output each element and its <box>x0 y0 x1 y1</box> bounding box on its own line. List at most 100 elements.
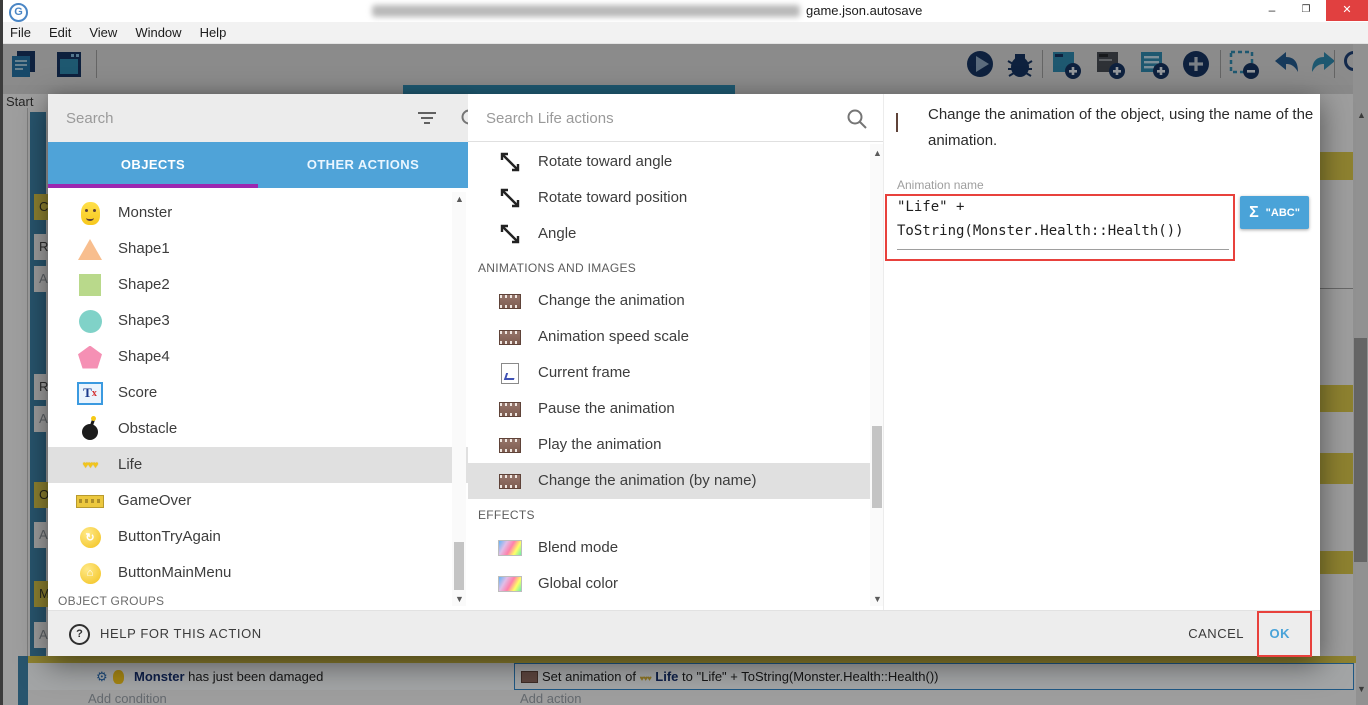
rotate-icon <box>500 152 520 172</box>
action-label: Change the animation (by name) <box>538 472 757 489</box>
object-item-shape3[interactable]: Shape3 <box>48 303 452 339</box>
object-label: GameOver <box>118 492 192 509</box>
sigma-icon: Σ <box>1249 203 1259 221</box>
actions-search-input[interactable] <box>484 104 818 132</box>
scroll-down-icon[interactable]: ▼ <box>455 594 464 604</box>
action-item[interactable]: Change the animation <box>468 283 870 319</box>
gdevelop-window: G game.json.autosave – ❐ ✕ File Edit Vie… <box>0 0 1368 705</box>
tab-objects[interactable]: OBJECTS <box>48 142 258 188</box>
action-item[interactable]: Current frame <box>468 355 870 391</box>
objects-tabs: OBJECTS OTHER ACTIONS <box>48 142 468 188</box>
menu-view[interactable]: View <box>80 25 126 40</box>
action-label: Rotate toward angle <box>538 153 673 170</box>
object-label: Shape3 <box>118 312 170 329</box>
film-strip-icon <box>499 401 521 417</box>
cancel-button[interactable]: CANCEL <box>1188 626 1244 641</box>
search-icon[interactable] <box>846 108 868 130</box>
actions-panel: Rotate toward angle Rotate toward positi… <box>468 94 884 610</box>
angle-icon <box>500 224 520 244</box>
dialog-footer: ? HELP FOR THIS ACTION CANCEL OK <box>48 610 1320 656</box>
scroll-up-icon[interactable]: ▲ <box>455 194 464 204</box>
action-label: Blend mode <box>538 539 619 556</box>
object-label: ButtonMainMenu <box>118 564 232 581</box>
scroll-down-icon[interactable]: ▼ <box>873 594 882 604</box>
action-item[interactable]: Angle <box>468 216 870 252</box>
home-button-icon: ⌂ <box>79 562 101 584</box>
annotation-box-field <box>885 194 1235 261</box>
tab-other-actions[interactable]: OTHER ACTIONS <box>258 142 468 188</box>
refresh-button-icon: ↻ <box>79 526 101 548</box>
monster-icon <box>80 201 100 225</box>
object-item-life-selected[interactable]: ♥♥♥ Life <box>48 447 468 483</box>
object-item-monster[interactable]: Monster <box>48 195 452 231</box>
menu-file[interactable]: File <box>0 25 40 40</box>
menu-window[interactable]: Window <box>126 25 190 40</box>
object-item-buttontryagain[interactable]: ↻ ButtonTryAgain <box>48 519 452 555</box>
object-label: ButtonTryAgain <box>118 528 221 545</box>
scrollbar-thumb[interactable] <box>454 542 464 590</box>
hearts-icon: ♥♥♥ <box>82 459 99 471</box>
text-object-icon: Tx <box>77 381 103 405</box>
annotation-box-ok <box>1257 611 1312 657</box>
film-strip-icon <box>896 113 898 132</box>
objects-scrollbar[interactable]: ▲ ▼ <box>452 192 466 606</box>
object-item-score[interactable]: Tx Score <box>48 375 452 411</box>
object-item-shape4[interactable]: Shape4 <box>48 339 452 375</box>
action-item[interactable]: Animation speed scale <box>468 319 870 355</box>
square-icon <box>79 274 101 296</box>
actions-scrollbar[interactable]: ▲ ▼ <box>870 144 883 606</box>
action-item[interactable]: Rotate toward position <box>468 180 870 216</box>
action-item[interactable]: Global color <box>468 566 870 602</box>
object-label: Obstacle <box>118 420 178 437</box>
actions-section-header: EFFECTS <box>478 508 535 522</box>
action-item[interactable]: Pause the animation <box>468 391 870 427</box>
film-strip-icon <box>499 293 521 309</box>
action-item-selected[interactable]: Change the animation (by name) <box>468 463 883 499</box>
search-icon[interactable] <box>460 108 468 130</box>
minimize-button[interactable]: – <box>1256 0 1288 21</box>
banner-icon <box>76 494 104 508</box>
rainbow-icon <box>498 540 522 556</box>
scroll-up-icon[interactable]: ▲ <box>873 148 882 158</box>
action-item[interactable]: Play the animation <box>468 427 870 463</box>
circle-icon <box>78 309 102 333</box>
rainbow-icon <box>498 576 522 592</box>
expression-editor-button[interactable]: Σ "ABC" <box>1240 196 1309 229</box>
filter-icon[interactable] <box>416 108 438 128</box>
pentagon-icon <box>78 345 102 369</box>
abc-label: "ABC" <box>1265 206 1300 219</box>
object-item-shape1[interactable]: Shape1 <box>48 231 452 267</box>
object-item-shape2[interactable]: Shape2 <box>48 267 452 303</box>
action-description: Change the animation of the object, usin… <box>928 106 1314 149</box>
objects-search-box <box>48 94 468 142</box>
close-button[interactable]: ✕ <box>1326 0 1368 21</box>
action-label: Change the animation <box>538 292 685 309</box>
active-tab-underline <box>48 184 258 188</box>
object-label: Monster <box>118 204 173 221</box>
object-label: Shape4 <box>118 348 170 365</box>
help-icon[interactable]: ? <box>69 624 90 645</box>
object-item-gameover[interactable]: GameOver <box>48 483 452 519</box>
frame-icon <box>501 362 519 384</box>
menu-bar: File Edit View Window Help <box>0 22 1368 44</box>
object-label: Shape2 <box>118 276 170 293</box>
animation-name-label: Animation name <box>897 178 984 192</box>
objects-search-input[interactable] <box>64 104 398 132</box>
action-item[interactable]: Rotate toward angle <box>468 144 870 180</box>
menu-edit[interactable]: Edit <box>40 25 80 40</box>
object-item-obstacle[interactable]: Obstacle <box>48 411 452 447</box>
object-label: Shape1 <box>118 240 170 257</box>
window-left-border <box>0 0 3 705</box>
window-title-blurred <box>372 5 800 17</box>
help-link[interactable]: HELP FOR THIS ACTION <box>100 626 262 641</box>
action-label: Global color <box>538 575 619 592</box>
action-label: Animation speed scale <box>538 328 689 345</box>
action-item[interactable]: Blend mode <box>468 530 870 566</box>
maximize-button[interactable]: ❐ <box>1290 0 1322 21</box>
object-label: Score <box>118 384 158 401</box>
object-item-buttonmainmenu[interactable]: ⌂ ButtonMainMenu <box>48 555 452 591</box>
film-strip-icon <box>499 437 521 453</box>
scrollbar-thumb[interactable] <box>872 426 882 508</box>
title-bar: G game.json.autosave – ❐ ✕ <box>0 0 1368 22</box>
menu-help[interactable]: Help <box>191 25 236 40</box>
